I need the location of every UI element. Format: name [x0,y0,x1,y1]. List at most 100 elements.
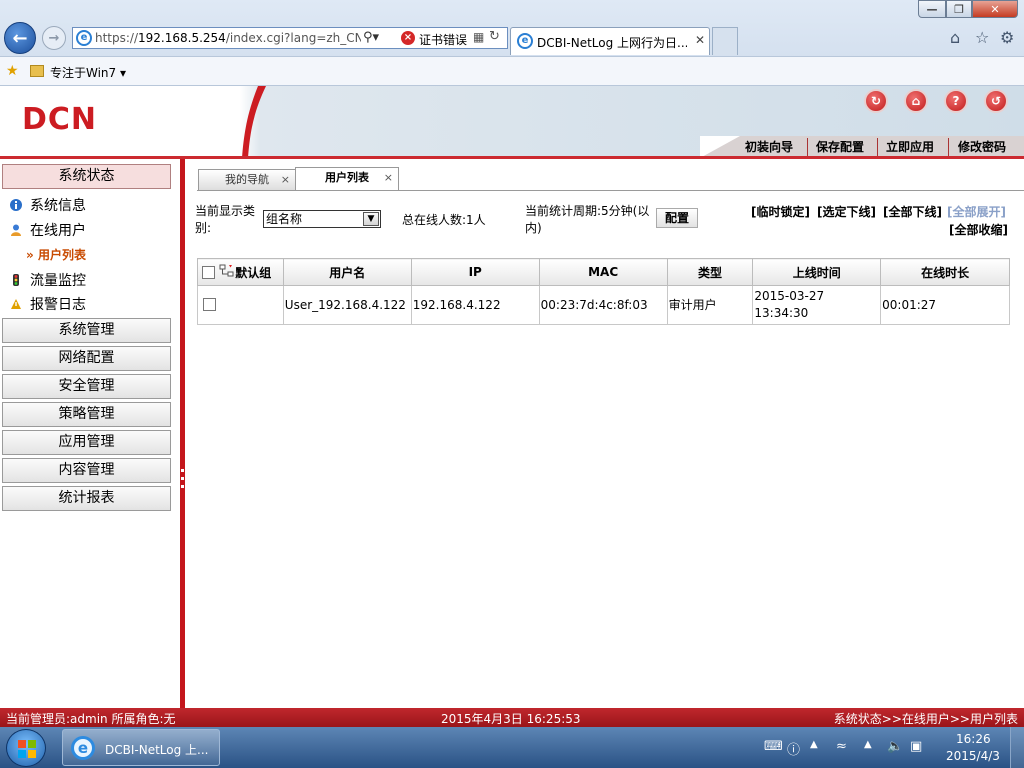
ie-icon: e [71,736,95,760]
cert-error-label[interactable]: 证书错误 [419,31,467,48]
start-button[interactable] [6,729,46,767]
favorites-folder-link[interactable]: 专注于Win7 ▾ [50,64,126,81]
refresh-icon[interactable]: ↻ [489,29,500,44]
close-tab-icon[interactable]: × [384,168,393,188]
show-hidden-icons-icon[interactable]: ▲ [864,739,872,750]
header-help-button[interactable]: ? [944,89,968,113]
back-button[interactable]: ← [4,22,36,54]
gear-icon[interactable]: ⚙ [1000,28,1014,47]
sidebar-head-network-config[interactable]: 网络配置 [2,346,171,371]
breadcrumb: 系统状态>>在线用户>>用户列表 [833,712,1018,726]
close-window-button[interactable]: ✕ [972,0,1018,18]
column-header-username[interactable]: 用户名 [282,258,412,286]
close-tab-icon[interactable]: ✕ [695,33,705,47]
sidebar-item-alarm-log[interactable]: 报警日志 [10,294,86,314]
clock-date[interactable]: 2015/4/3 [946,749,1000,763]
cell-mac: 00:23:7d:4c:8f:03 [538,285,668,325]
network-icon[interactable]: ▣ [910,739,922,754]
ie-page-icon: e [76,30,92,46]
column-header-ip[interactable]: IP [410,258,540,286]
column-header-login-time[interactable]: 上线时间 [752,258,882,286]
favorites-add-icon[interactable]: ★ [6,63,19,79]
column-header-duration[interactable]: 在线时长 [880,258,1010,286]
cert-error-icon[interactable]: × [401,31,415,45]
column-header-type[interactable]: 类型 [666,258,754,286]
clock-time[interactable]: 16:26 [956,732,991,746]
select-all-checkbox[interactable] [202,265,215,279]
save-config-button[interactable]: 保存配置 [816,138,864,155]
sidebar-item-label: 系统信息 [30,198,86,214]
show-desktop-button[interactable] [1010,727,1024,768]
header-divider [807,138,808,156]
sidebar-subitem-user-list[interactable]: » 用户列表 [26,246,86,263]
tab-my-navigation[interactable]: 我的导航 × [198,169,296,191]
alarm-log-icon [11,299,21,309]
change-password-button[interactable]: 修改密码 [958,138,1006,155]
main-content: 我的导航 × 用户列表 × 当前显示类别: 组名称 ▼ 总在线人数:1人 当前统… [185,159,1024,708]
header-refresh-button[interactable]: ↻ [864,89,888,113]
header-divider [948,138,949,156]
sidebar-head-policy[interactable]: 策略管理 [2,402,171,427]
column-header-default-group[interactable]: 默认组 [197,258,284,286]
group-tree-icon[interactable] [219,264,235,278]
row-checkbox[interactable] [203,297,216,311]
new-tab-button[interactable] [712,27,738,55]
sidebar-item-system-info[interactable]: 系统信息 [10,195,86,215]
home-icon[interactable]: ⌂ [950,28,960,47]
refresh-icon: ↻ [870,94,882,108]
status-datetime: 2015年4月3日 16:25:53 [441,712,581,726]
expand-all-link[interactable]: [全部展开] [947,203,1006,220]
collapse-all-link[interactable]: [全部收缩] [949,221,1008,238]
maximize-button[interactable]: ❐ [946,0,972,18]
user-table: 默认组 用户名 IP MAC 类型 上线时间 在线时长 User_192.168… [197,258,1010,325]
apply-now-button[interactable]: 立即应用 [886,138,934,155]
address-bar[interactable]: e https://192.168.5.254/index.cgi?lang=z… [72,27,508,49]
browser-tab-active[interactable]: e DCBI-NetLog 上网行为日... ✕ [510,27,710,55]
compat-view-icon[interactable]: ▦ [473,30,484,44]
help-tray-icon[interactable]: ⓘ [787,739,800,758]
header-home-button[interactable]: ⌂ [904,89,928,113]
all-offline-link[interactable]: [全部下线] [883,203,942,220]
column-header-label: 默认组 [235,265,272,280]
url-path: /index.cgi?lang=zh_CN,U [225,31,361,45]
grip-dot [181,485,184,488]
selected-offline-link[interactable]: [选定下线] [817,203,876,220]
taskbar-item-browser[interactable]: e DCBI-NetLog 上... [62,729,220,766]
header-divider [877,138,878,156]
config-button[interactable]: 配置 [656,208,698,228]
search-icon[interactable]: ⚲▾ [363,30,379,45]
status-admin-info: 当前管理员:admin 所属角色:无 [6,712,176,726]
url-host: 192.168.5.254 [138,31,226,45]
windows-taskbar: e DCBI-NetLog 上... ⌨ ⓘ ▲ ≈ ▲ 🔈 ▣ 16:26 2… [0,727,1024,768]
display-category-select[interactable]: 组名称 ▼ [263,210,381,228]
setup-wizard-button[interactable]: 初装向导 [745,138,793,155]
status-bar: 当前管理员:admin 所属角色:无 2015年4月3日 16:25:53 系统… [0,708,1024,727]
browser-chrome: ← → e https://192.168.5.254/index.cgi?la… [0,0,1024,86]
sidebar-head-application[interactable]: 应用管理 [2,430,171,455]
sidebar-head-system-status[interactable]: 系统状态 [2,164,171,189]
tab-user-list[interactable]: 用户列表 × [295,167,399,191]
temp-lock-link[interactable]: [临时锁定] [751,203,810,220]
browser-tab-title: DCBI-NetLog 上网行为日... [537,36,687,50]
column-header-mac[interactable]: MAC [538,258,668,286]
header-logout-button[interactable]: ↺ [984,89,1008,113]
close-tab-icon[interactable]: × [281,170,290,190]
volume-icon[interactable]: 🔈 [887,739,903,754]
table-row[interactable]: User_192.168.4.122 192.168.4.122 00:23:7… [197,285,1010,325]
sidebar-item-online-users[interactable]: 在线用户 [10,220,86,240]
address-url[interactable]: https://192.168.5.254/index.cgi?lang=zh_… [95,31,361,45]
sidebar-head-security[interactable]: 安全管理 [2,374,171,399]
arrow-left-icon: ← [12,27,28,49]
double-chevron-right-icon: » [26,248,34,262]
sidebar-head-content[interactable]: 内容管理 [2,458,171,483]
minimize-button[interactable]: — [918,0,946,18]
favorites-star-icon[interactable]: ☆ [975,28,989,47]
forward-button[interactable]: → [42,26,66,50]
wifi-icon[interactable]: ≈ [836,739,847,754]
tray-expand-icon[interactable]: ▲ [810,739,818,750]
sidebar-head-reports[interactable]: 统计报表 [2,486,171,511]
sidebar-head-system-management[interactable]: 系统管理 [2,318,171,343]
app-header: DCN ↻ ⌂ ? ↺ 初装向导 保存配置 立即应用 修改密码 [0,86,1024,158]
sidebar-item-traffic-monitor[interactable]: 流量监控 [10,270,86,290]
keyboard-icon[interactable]: ⌨ [764,739,783,754]
